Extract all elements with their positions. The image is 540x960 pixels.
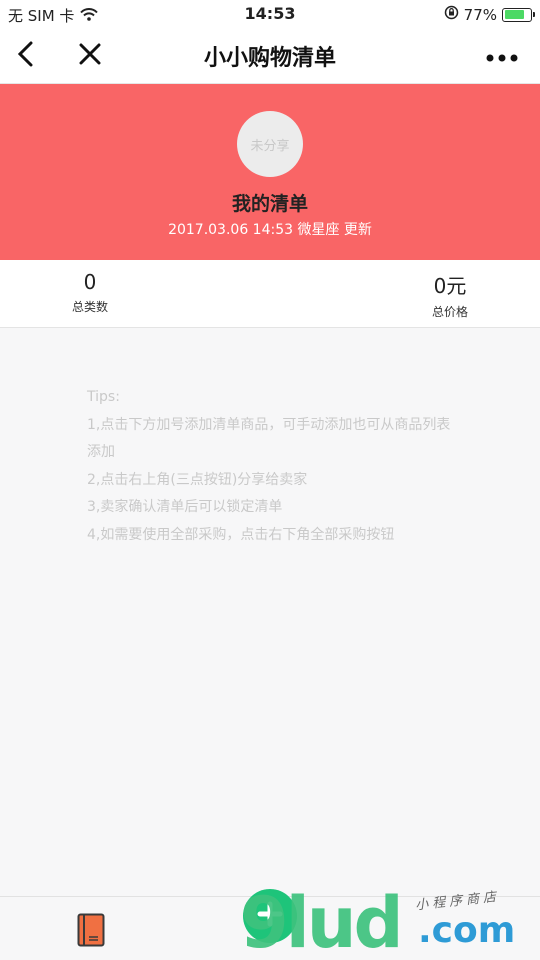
list-book-button[interactable]	[77, 913, 105, 951]
tips-heading: Tips:	[87, 389, 120, 405]
orientation-lock-icon	[444, 5, 459, 24]
total-price-value: 0元	[433, 274, 467, 298]
more-dots-icon	[486, 47, 518, 66]
status-bar: 无 SIM 卡 14:53 77%	[0, 0, 540, 28]
list-updated-meta: 2017.03.06 14:53 微星座 更新	[168, 222, 372, 238]
category-count-value: 0	[83, 270, 97, 294]
stats-bar: 0 总类数 0元 总价格	[0, 260, 540, 328]
nav-bar: 小小购物清单	[0, 28, 540, 84]
tip-item: 3,卖家确认清单后可以锁定清单	[87, 499, 283, 515]
tip-item: 4,如需要使用全部采购，点击右下角全部采购按钮	[87, 526, 395, 543]
tip-item: 2,点击右上角(三点按钮)分享给卖家	[87, 471, 308, 488]
list-title: 我的清单	[231, 193, 308, 215]
status-right: 77%	[444, 5, 535, 24]
tip-item: 1,点击下方加号添加清单商品，可手动添加也可从商品列表添加	[87, 416, 451, 461]
book-icon	[77, 913, 105, 951]
battery-icon	[502, 7, 535, 22]
stat-category-count: 0 总类数	[30, 270, 150, 315]
share-avatar[interactable]: 未分享	[237, 111, 303, 177]
stat-total-price: 0元 总价格	[390, 270, 510, 320]
tips-block: Tips: 1,点击下方加号添加清单商品，可手动添加也可从商品列表添加 2,点击…	[87, 384, 457, 549]
total-price-label: 总价格	[431, 305, 468, 319]
add-item-button[interactable]	[243, 889, 297, 943]
list-header: 未分享 我的清单 2017.03.06 14:53 微星座 更新	[0, 84, 540, 260]
plus-icon	[257, 901, 283, 931]
page-title: 小小购物清单	[203, 46, 336, 71]
battery-percent: 77%	[463, 5, 497, 24]
category-count-label: 总类数	[71, 300, 108, 314]
more-button[interactable]	[482, 38, 522, 74]
bottom-bar	[0, 889, 540, 960]
